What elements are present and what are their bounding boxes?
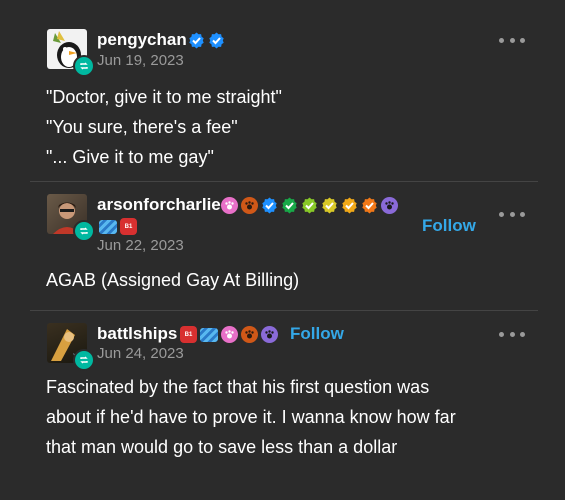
red-octagon-badge-icon[interactable]: B1 <box>180 326 197 343</box>
post-line: about if he'd have to prove it. I wanna … <box>46 407 456 427</box>
reblog-icon <box>73 349 95 371</box>
orange-paw-badge-icon[interactable] <box>241 326 258 343</box>
pink-paw-badge-icon[interactable] <box>221 326 238 343</box>
username[interactable]: battlships <box>97 324 177 344</box>
post-line: Fascinated by the fact that his first qu… <box>46 377 430 397</box>
follow-button[interactable]: Follow <box>290 324 344 344</box>
blue-striped-badge-icon[interactable] <box>200 327 218 342</box>
purple-paw-badge-icon[interactable] <box>261 326 278 343</box>
more-options-icon[interactable] <box>499 328 525 340</box>
post-line: that man would go to save less than a do… <box>46 437 398 457</box>
user-badges: B1 <box>180 326 278 343</box>
post-body: Fascinated by the fact that his first qu… <box>46 372 456 462</box>
avatar[interactable] <box>47 323 95 371</box>
post-date[interactable]: Jun 24, 2023 <box>97 345 184 362</box>
reblog-post-3: battlships B1 Follow Jun 24, 2023 Fascin… <box>0 0 565 500</box>
